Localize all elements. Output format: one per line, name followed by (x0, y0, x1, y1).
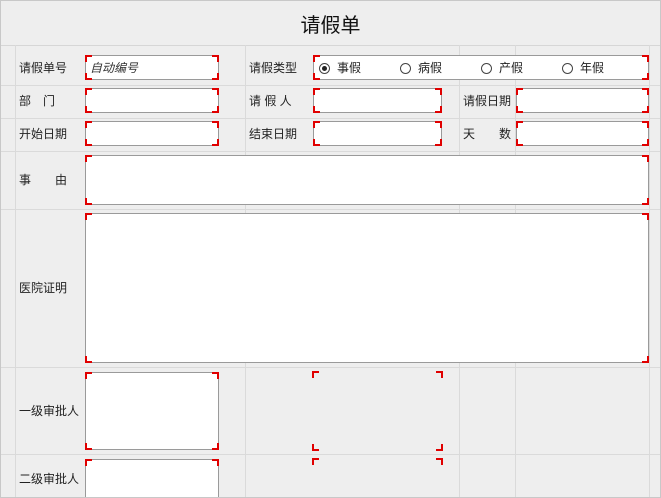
grid-line (1, 85, 660, 86)
radio-label: 产假 (499, 61, 524, 75)
apply-date-input[interactable] (517, 89, 648, 112)
label-department: 部 门 (19, 94, 56, 108)
radio-option-maternity-leave[interactable]: 产假 (481, 61, 523, 75)
radio-option-annual-leave[interactable]: 年假 (562, 61, 604, 75)
label-end-date: 结束日期 (249, 127, 298, 141)
label-hospital-cert: 医院证明 (19, 281, 68, 295)
end-date-field[interactable] (313, 121, 442, 146)
label-reason: 事 由 (19, 173, 68, 187)
applicant-field[interactable] (313, 88, 442, 113)
radio-button-selected-icon[interactable] (319, 63, 330, 74)
radio-button-icon[interactable] (562, 63, 573, 74)
grid-line (1, 454, 660, 455)
grid-line (649, 45, 650, 497)
start-date-input[interactable] (86, 122, 218, 145)
grid-line (1, 151, 660, 152)
days-input[interactable] (517, 122, 648, 145)
department-input[interactable] (86, 89, 218, 112)
label-leave-no: 请假单号 (19, 61, 68, 75)
leave-no-input[interactable] (86, 56, 218, 79)
days-field[interactable] (516, 121, 649, 146)
radio-button-icon[interactable] (481, 63, 492, 74)
label-days: 天 数 (463, 127, 512, 141)
approver-1-signature[interactable] (85, 372, 219, 450)
label-approver-2: 二级审批人 (19, 472, 80, 486)
label-leave-type: 请假类型 (249, 61, 298, 75)
radio-label: 事假 (337, 61, 362, 75)
label-apply-date: 请假日期 (463, 94, 512, 108)
grid-line (1, 209, 660, 210)
form-title: 请假单 (300, 15, 361, 37)
radio-button-icon[interactable] (400, 63, 411, 74)
label-applicant: 请 假 人 (249, 94, 292, 108)
approver-1-extra-slot[interactable] (312, 371, 443, 451)
label-approver-1: 一级审批人 (19, 404, 80, 418)
leave-no-field[interactable] (85, 55, 219, 80)
start-date-field[interactable] (85, 121, 219, 146)
grid-line (15, 45, 16, 497)
radio-option-personal-leave[interactable]: 事假 (319, 61, 361, 75)
applicant-input[interactable] (314, 89, 441, 112)
radio-label: 病假 (418, 61, 443, 75)
title-bar: 请假单 (1, 1, 660, 46)
leave-form: 请假单 请假单号 请假类型 事假 病假 产假 年假 部 门 请 假 人 (0, 0, 661, 498)
hospital-cert-upload-area[interactable] (85, 213, 649, 363)
radio-label: 年假 (580, 61, 605, 75)
apply-date-field[interactable] (516, 88, 649, 113)
approver-2-extra-slot[interactable] (312, 458, 443, 497)
label-start-date: 开始日期 (19, 127, 68, 141)
grid-line (1, 118, 660, 119)
department-field[interactable] (85, 88, 219, 113)
radio-option-sick-leave[interactable]: 病假 (400, 61, 442, 75)
approver-2-signature[interactable] (85, 459, 219, 497)
end-date-input[interactable] (314, 122, 441, 145)
leave-type-radio-group[interactable]: 事假 病假 产假 年假 (313, 55, 649, 80)
grid-line (1, 367, 660, 368)
reason-textarea[interactable] (85, 155, 649, 205)
